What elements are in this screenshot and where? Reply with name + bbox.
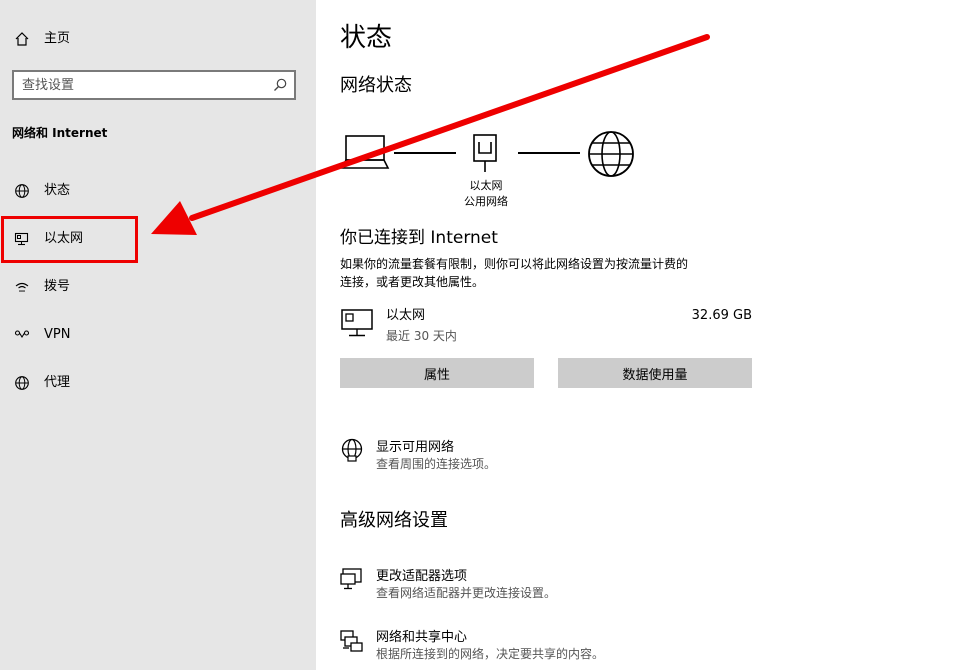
connection-line bbox=[394, 152, 456, 154]
sidebar-item-label: VPN bbox=[44, 327, 71, 342]
sidebar-item-label: 代理 bbox=[44, 375, 71, 390]
sharing-center-title: 网络和共享中心 bbox=[376, 630, 468, 645]
dialup-icon bbox=[12, 277, 32, 297]
data-usage-value: 32.69 GB bbox=[691, 308, 752, 323]
show-networks-title: 显示可用网络 bbox=[376, 440, 455, 455]
sidebar-item-dialup[interactable]: 拨号 bbox=[0, 267, 316, 307]
adapter-options-title: 更改适配器选项 bbox=[376, 569, 468, 584]
connected-description-line1: 如果你的流量套餐有限制，则你可以将此网络设置为按流量计费的 bbox=[340, 257, 689, 271]
sidebar-item-status[interactable]: 状态 bbox=[0, 171, 316, 211]
search-input[interactable] bbox=[22, 76, 262, 94]
network-globe-icon bbox=[340, 438, 366, 464]
ethernet-icon bbox=[340, 308, 376, 338]
connected-heading: 你已连接到 Internet bbox=[340, 228, 498, 248]
internet-globe-icon bbox=[586, 130, 636, 180]
advanced-settings-heading: 高级网络设置 bbox=[340, 510, 448, 531]
annotation-highlight-box bbox=[1, 216, 138, 263]
sidebar-item-proxy[interactable]: 代理 bbox=[0, 363, 316, 403]
change-adapter-options-link[interactable]: 更改适配器选项 查看网络适配器并更改连接设置。 bbox=[340, 565, 640, 605]
show-networks-description: 查看周围的连接选项。 bbox=[376, 457, 497, 471]
sidebar-item-label: 拨号 bbox=[44, 279, 71, 294]
adapter-options-description: 查看网络适配器并更改连接设置。 bbox=[376, 586, 557, 600]
connection-line bbox=[518, 152, 580, 154]
search-icon[interactable] bbox=[272, 77, 288, 93]
data-usage-button[interactable]: 数据使用量 bbox=[558, 358, 752, 388]
connection-period: 最近 30 天内 bbox=[386, 329, 457, 343]
network-diagram: 以太网 公用网络 bbox=[340, 128, 640, 213]
connected-description-line2: 连接，或者更改其他属性。 bbox=[340, 275, 485, 289]
adapter-monitor-icon bbox=[340, 567, 366, 593]
home-icon bbox=[12, 29, 32, 49]
connection-name: 以太网 bbox=[386, 308, 426, 323]
properties-button[interactable]: 属性 bbox=[340, 358, 534, 388]
sidebar-item-label: 状态 bbox=[44, 183, 71, 198]
adapter-name-label: 以太网 bbox=[469, 179, 503, 192]
laptop-icon bbox=[340, 130, 392, 174]
show-available-networks-link[interactable]: 显示可用网络 查看周围的连接选项。 bbox=[340, 436, 640, 476]
globe-icon bbox=[12, 181, 32, 201]
search-box[interactable] bbox=[12, 70, 296, 100]
network-type-label: 公用网络 bbox=[464, 195, 508, 208]
ethernet-port-icon bbox=[472, 134, 498, 174]
sharing-center-description: 根据所连接到的网络，决定要共享的内容。 bbox=[376, 647, 605, 661]
network-status-heading: 网络状态 bbox=[340, 75, 412, 96]
proxy-globe-icon bbox=[12, 373, 32, 393]
vpn-icon bbox=[12, 325, 32, 345]
sidebar-home[interactable]: 主页 bbox=[0, 19, 316, 59]
section-title: 网络和 Internet bbox=[12, 126, 108, 140]
network-sharing-center-link[interactable]: 网络和共享中心 根据所连接到的网络，决定要共享的内容。 bbox=[340, 626, 660, 666]
sidebar-item-vpn[interactable]: VPN bbox=[0, 315, 316, 355]
sidebar-home-label: 主页 bbox=[44, 31, 71, 46]
sharing-center-icon bbox=[340, 628, 366, 654]
sidebar: 主页 网络和 Internet 状态 以太网 拨号 VPN bbox=[0, 0, 316, 670]
page-title: 状态 bbox=[340, 23, 393, 53]
